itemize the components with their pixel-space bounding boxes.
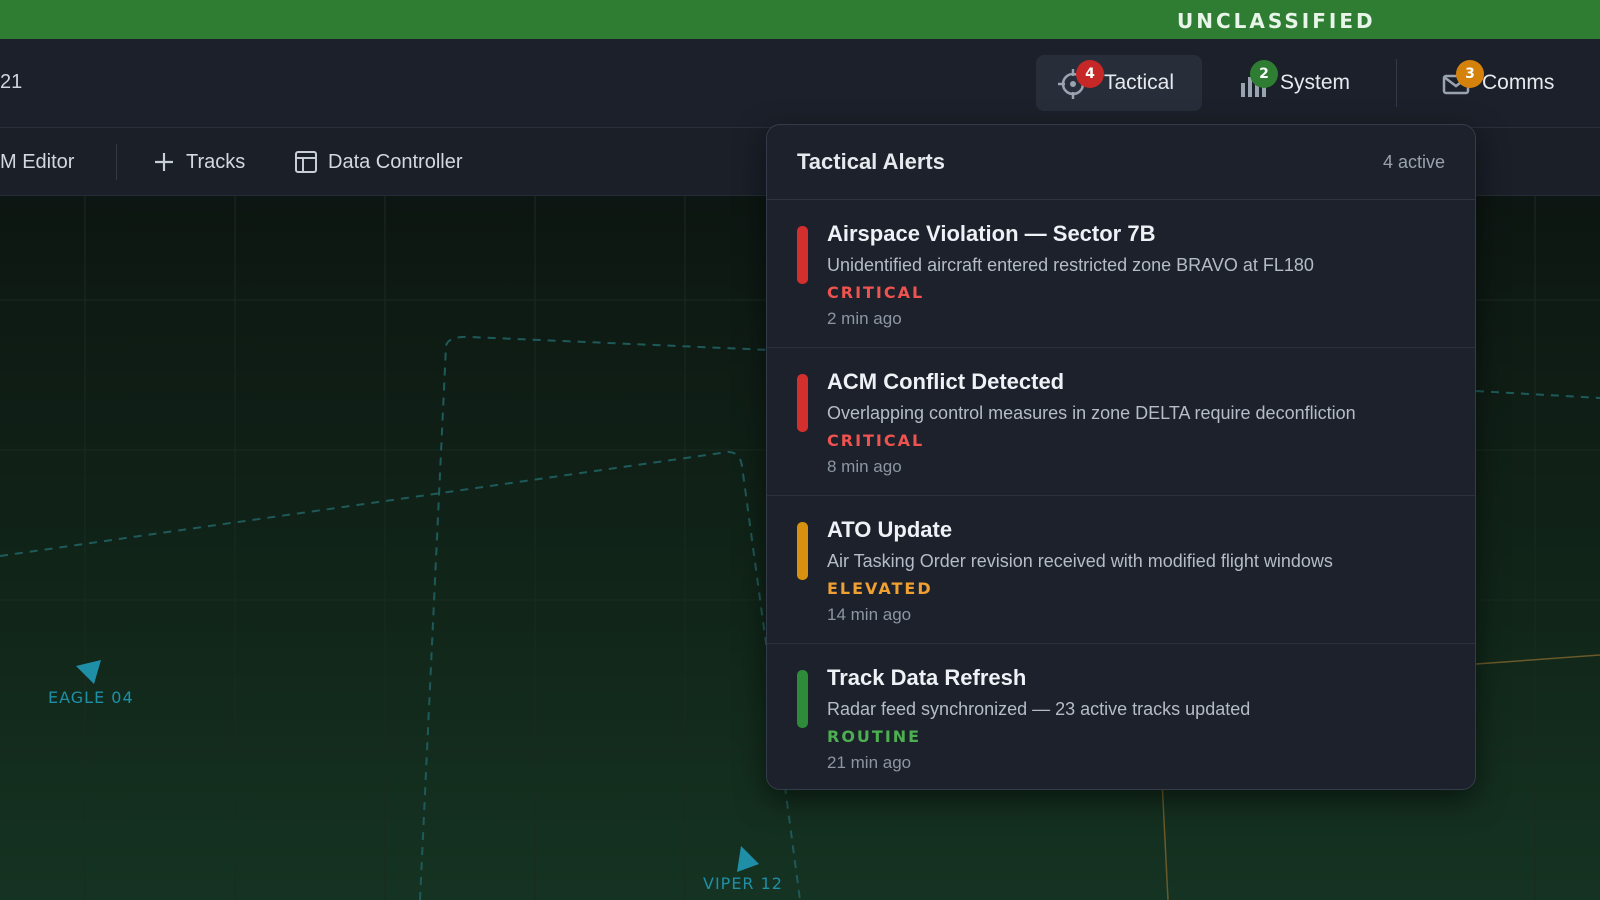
alert-title: ACM Conflict Detected	[827, 369, 1065, 394]
active-count: 4 active	[1382, 152, 1445, 172]
alert-level: ROUTINE	[827, 727, 922, 746]
nav-system-label: System	[1280, 71, 1351, 94]
top-header: 21 4 Tactical 2 System 3 Comms	[0, 39, 1600, 128]
toolbar-tracks-label: Tracks	[186, 150, 246, 173]
alert-level: CRITICAL	[827, 431, 925, 450]
severity-indicator	[797, 226, 808, 284]
nav-comms-label: Comms	[1482, 71, 1555, 94]
alert-time: 8 min ago	[827, 457, 902, 476]
alert-item[interactable]: ACM Conflict Detected Overlapping contro…	[767, 348, 1475, 496]
alert-item[interactable]: ATO Update Air Tasking Order revision re…	[767, 496, 1475, 644]
toolbar-data-controller-button[interactable]: Data Controller	[294, 128, 463, 196]
tactical-alerts-panel: Tactical Alerts 4 active Airspace Violat…	[766, 124, 1476, 790]
track-label-eagle[interactable]: EAGLE 04	[48, 688, 134, 707]
alert-title: ATO Update	[827, 517, 953, 542]
header-left-text: 21	[0, 71, 23, 93]
classification-label: UNCLASSIFIED	[1177, 9, 1376, 33]
alert-time: 14 min ago	[827, 605, 912, 624]
comms-badge: 3	[1456, 60, 1484, 88]
alert-level: CRITICAL	[827, 283, 925, 302]
severity-indicator	[797, 670, 808, 728]
panel-title: Tactical Alerts	[797, 149, 945, 174]
table-icon	[294, 150, 318, 174]
toolbar-tracks-button[interactable]: Tracks	[152, 128, 245, 196]
severity-indicator	[797, 374, 808, 432]
tactical-badge: 4	[1076, 60, 1104, 88]
severity-indicator	[797, 522, 808, 580]
alert-item[interactable]: Track Data Refresh Radar feed synchroniz…	[767, 644, 1475, 789]
nav-tactical-label: Tactical	[1104, 71, 1175, 94]
alert-time: 2 min ago	[827, 309, 902, 328]
classification-banner: UNCLASSIFIED	[0, 0, 1600, 39]
toolbar-data-controller-label: Data Controller	[328, 150, 463, 173]
header-divider	[1396, 59, 1397, 107]
track-label-viper[interactable]: VIPER 12	[703, 874, 783, 893]
system-badge: 2	[1250, 60, 1278, 88]
plus-icon	[152, 150, 176, 174]
toolbar-editor-button[interactable]: M Editor	[0, 128, 74, 196]
nav-comms-button[interactable]: 3 Comms	[1432, 55, 1582, 111]
alert-level: ELEVATED	[827, 579, 933, 598]
nav-tactical-button[interactable]: 4 Tactical	[1036, 55, 1202, 111]
toolbar-editor-label: M Editor	[0, 150, 75, 173]
alert-description: Air Tasking Order revision received with…	[827, 551, 1333, 571]
panel-header: Tactical Alerts 4 active	[767, 125, 1475, 200]
aircraft-icon	[737, 846, 759, 872]
nav-system-button[interactable]: 2 System	[1232, 55, 1372, 111]
alert-title: Airspace Violation — Sector 7B	[827, 221, 1156, 246]
alert-description: Unidentified aircraft entered restricted…	[827, 255, 1314, 275]
alert-time: 21 min ago	[827, 753, 912, 772]
alert-description: Radar feed synchronized — 23 active trac…	[827, 699, 1251, 719]
toolbar-divider	[116, 144, 117, 180]
alert-item[interactable]: Airspace Violation — Sector 7B Unidentif…	[767, 200, 1475, 348]
alert-title: Track Data Refresh	[827, 665, 1027, 690]
alert-description: Overlapping control measures in zone DEL…	[827, 403, 1356, 423]
aircraft-icon	[76, 660, 101, 684]
